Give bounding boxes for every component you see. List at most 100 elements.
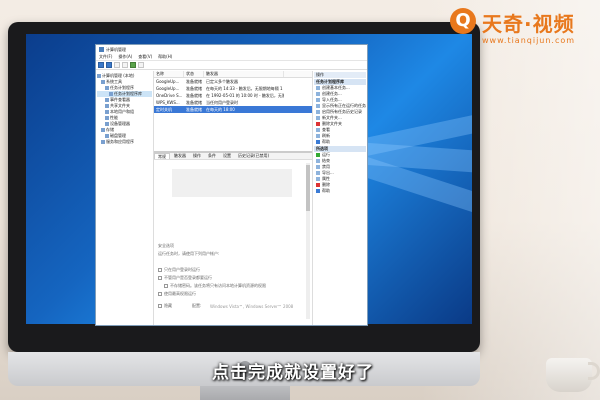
menu-view[interactable]: 查看(V) <box>138 54 152 60</box>
action-item-label: 帮助 <box>322 139 330 144</box>
task-icon <box>316 92 320 96</box>
task-row[interactable]: OneDrive S... 准备就绪在 1992-05-01 的 10:00 时 … <box>154 92 312 99</box>
task-name-cell: WPS_KWS... <box>156 100 180 105</box>
forward-arrow-icon[interactable] <box>106 62 112 68</box>
column-trigger[interactable]: 触发器 <box>204 71 284 77</box>
run-as-label: 运行任务时，请使用下列用户帐户: <box>158 251 220 256</box>
general-tab-body: 安全选项 运行任务时，请使用下列用户帐户: 只在用户登录时运行 不管用户是否登录… <box>158 163 300 319</box>
task-trigger-cell: 在每天的 14:33 - 触发后，无限期地每隔 1 小时 重复一次。 <box>206 85 284 91</box>
task-icon <box>316 86 320 90</box>
tab-history[interactable]: 历史记录(已禁用) <box>235 153 272 159</box>
task-name-cell: GoogleUp... <box>156 86 180 91</box>
task-name-cell: OneDrive S... <box>156 93 183 98</box>
tab-settings[interactable]: 设置 <box>220 153 234 159</box>
checkbox[interactable] <box>158 292 162 296</box>
tianqi-video-logo: Q 天奇·视频 www.tianqijun.com <box>450 6 590 50</box>
tree-item[interactable]: 服务和应用程序 <box>97 139 152 145</box>
checkbox-no-password[interactable]: 不存储密码。该任务将只有访问本地计算机资源的权限 <box>164 283 266 289</box>
back-arrow-icon[interactable] <box>98 62 104 68</box>
detail-scrollbar[interactable] <box>306 163 310 319</box>
task-list: 名称 状态 触发器 GoogleUp... 准备就绪 已定义多个触发器 GoogleU… <box>154 71 312 151</box>
radio-button[interactable] <box>158 268 162 272</box>
folder-icon <box>101 140 105 144</box>
logo-url-text: www.tianqijun.com <box>482 36 576 45</box>
configure-for-label: 配置: <box>192 303 202 308</box>
folder-icon <box>105 116 109 120</box>
security-options-label: 安全选项 <box>158 243 174 248</box>
detail-tabs: 常规 触发器 操作 条件 设置 历史记录(已禁用) <box>154 153 312 160</box>
task-status-cell: 准备就绪 <box>186 92 202 98</box>
window-title: 计算机管理 <box>106 46 126 52</box>
folder-icon <box>105 98 109 102</box>
radio-button[interactable] <box>158 276 162 280</box>
center-pane: 名称 状态 触发器 GoogleUp... 准备就绪 已定义多个触发器 GoogleU… <box>154 71 313 325</box>
help-icon[interactable] <box>138 62 144 68</box>
tab-actions[interactable]: 操作 <box>190 153 204 159</box>
computer-management-window: 计算机管理 文件(F) 操作(A) 查看(V) 帮助(H) 计算机管理 (本地)… <box>95 44 368 326</box>
task-name-cell: 定时关机 <box>156 106 172 112</box>
tab-conditions[interactable]: 条件 <box>205 153 219 159</box>
folder-icon <box>101 80 105 84</box>
column-status[interactable]: 状态 <box>184 71 204 77</box>
folder-icon <box>105 110 109 114</box>
action-item-label: 帮助 <box>322 188 330 193</box>
menu-action[interactable]: 操作(A) <box>118 54 132 60</box>
radio-whether-logged-on[interactable]: 不管用户是否登录都要运行 <box>158 275 212 281</box>
checkbox-highest-privileges[interactable]: 使用最高权限运行 <box>158 291 196 297</box>
list-icon <box>316 104 320 108</box>
coffee-cup <box>546 358 592 392</box>
task-trigger-cell: 在 1992-05-01 的 10:00 时 - 触发后，无限期地每隔 1.00… <box>206 92 284 98</box>
folder-icon <box>105 134 109 138</box>
tree-item-label: 服务和应用程序 <box>106 139 134 144</box>
toolbar <box>96 61 367 70</box>
checkbox[interactable] <box>158 304 162 308</box>
help-icon <box>316 140 320 144</box>
folder-icon <box>316 116 320 120</box>
task-list-header: 名称 状态 触发器 <box>154 71 312 78</box>
actions-pane: 操作 任务计划程序库 创建基本任务... 创建任务... 导入任务... 显示所有正在… <box>313 71 367 325</box>
properties-icon[interactable] <box>130 62 136 68</box>
run-icon <box>316 153 320 157</box>
action-item[interactable]: 帮助 <box>314 188 366 194</box>
delete-icon <box>316 183 320 187</box>
task-detail-pane: 常规 触发器 操作 条件 设置 历史记录(已禁用) 安全选项 运行任务时，请使用… <box>154 151 312 325</box>
task-row[interactable]: 定时关机 准备就绪 在每天的 18:00 <box>154 106 312 113</box>
scrollbar-thumb[interactable] <box>306 165 310 211</box>
hidden-checkbox[interactable]: 隐藏 <box>158 303 172 309</box>
title-bar: 计算机管理 <box>96 45 367 54</box>
folder-icon <box>97 74 101 78</box>
folder-icon <box>105 86 109 90</box>
help-icon <box>316 189 320 193</box>
subtitle-caption: 点击完成就设置好了 <box>212 363 374 383</box>
logo-brand-text: 天奇·视频 <box>482 12 575 36</box>
menu-bar: 文件(F) 操作(A) 查看(V) 帮助(H) <box>96 54 367 61</box>
task-status-cell: 准备就绪 <box>186 99 202 105</box>
monitor-stand <box>200 386 290 400</box>
description-box <box>172 169 292 197</box>
action-item[interactable]: 帮助 <box>314 139 366 145</box>
task-name-cell: GoogleUp... <box>156 79 180 84</box>
actions-header: 操作 <box>314 72 366 78</box>
task-row[interactable]: GoogleUp... 准备就绪 在每天的 14:33 - 触发后，无限期地每隔 1… <box>154 85 312 92</box>
folder-icon <box>105 104 109 108</box>
menu-file[interactable]: 文件(F) <box>99 54 112 60</box>
folder-icon <box>109 92 113 96</box>
folder-icon <box>101 128 105 132</box>
refresh-icon <box>316 134 320 138</box>
folder-icon <box>105 122 109 126</box>
task-row[interactable]: WPS_KWS... 准备就绪 当任何用户登录时 <box>154 99 312 106</box>
task-row[interactable]: GoogleUp... 准备就绪 已定义多个触发器 <box>154 78 312 85</box>
tab-triggers[interactable]: 触发器 <box>171 153 189 159</box>
radio-only-logged-on[interactable]: 只在用户登录时运行 <box>158 267 200 273</box>
computer-management-icon <box>99 47 104 52</box>
menu-help[interactable]: 帮助(H) <box>158 54 172 60</box>
column-name[interactable]: 名称 <box>154 71 184 77</box>
tab-general[interactable]: 常规 <box>154 153 170 159</box>
delete-icon <box>316 122 320 126</box>
show-hide-tree-icon[interactable] <box>122 62 128 68</box>
properties-icon <box>316 177 320 181</box>
checkbox[interactable] <box>164 284 168 288</box>
configure-for-select[interactable]: Windows Vista™, Windows Server™ 2008 <box>210 303 293 309</box>
disable-icon <box>316 165 320 169</box>
up-folder-icon[interactable] <box>114 62 120 68</box>
